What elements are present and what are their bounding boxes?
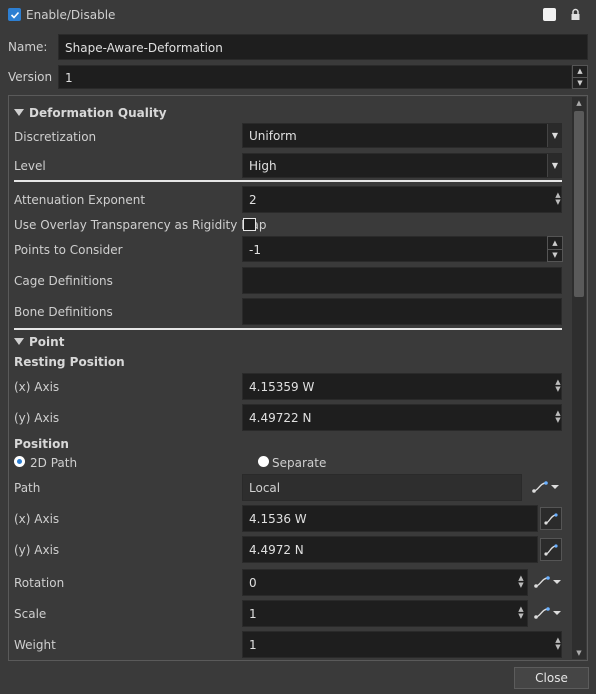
scroll-thumb[interactable]: [574, 111, 584, 297]
attenuation-label: Attenuation Exponent: [14, 193, 146, 207]
radio-2d-path-label: 2D Path: [30, 456, 78, 470]
pos-x-label: (x) Axis: [14, 512, 60, 526]
collapse-triangle-icon: [14, 109, 24, 116]
color-swatch[interactable]: [543, 8, 556, 21]
position-title: Position: [14, 437, 69, 451]
point-section-title: Point: [29, 335, 65, 349]
pos-x-field[interactable]: 4.1536 W: [242, 505, 538, 532]
discretization-value: Uniform: [249, 129, 297, 143]
deformation-section-header[interactable]: Deformation Quality: [14, 106, 167, 120]
version-label: Version: [8, 70, 53, 84]
chevron-down-icon[interactable]: ▼: [547, 154, 562, 177]
rest-x-spinner[interactable]: ▲ ▼: [551, 377, 565, 395]
pos-y-label: (y) Axis: [14, 543, 60, 557]
rest-x-field[interactable]: 4.15359 W: [242, 373, 562, 400]
weight-spinner[interactable]: ▲ ▼: [551, 635, 565, 653]
function-curve-button[interactable]: [540, 507, 562, 530]
scroll-up-icon[interactable]: ▲: [572, 97, 586, 109]
function-curve-menu-button[interactable]: [530, 600, 564, 625]
scroll-down-icon[interactable]: ▼: [572, 647, 586, 659]
level-label: Level: [14, 159, 46, 173]
discretization-label: Discretization: [14, 130, 97, 144]
deformation-section-title: Deformation Quality: [29, 106, 167, 120]
function-curve-button[interactable]: [540, 538, 562, 561]
scale-spinner[interactable]: ▲ ▼: [514, 604, 528, 622]
weight-label: Weight: [14, 638, 56, 652]
close-button-label: Close: [535, 671, 568, 685]
function-curve-icon: [534, 575, 561, 588]
discretization-dropdown[interactable]: Uniform: [242, 123, 562, 148]
points-stepper[interactable]: ▲ ▼: [547, 236, 563, 262]
radio-2d-path[interactable]: [14, 456, 25, 467]
cage-field[interactable]: [242, 267, 562, 294]
points-field[interactable]: -1: [242, 236, 548, 262]
overlay-label: Use Overlay Transparency as Rigidity Map: [14, 218, 267, 232]
scale-field[interactable]: 1: [242, 600, 528, 627]
checkmark-icon: [10, 11, 19, 19]
overlay-checkbox[interactable]: [243, 218, 256, 231]
level-value: High: [249, 159, 277, 173]
attenuation-spinner[interactable]: ▲ ▼: [551, 190, 565, 208]
chevron-down-icon[interactable]: ▼: [547, 124, 562, 147]
function-curve-menu-button[interactable]: [528, 474, 562, 499]
radio-separate-label: Separate: [272, 456, 327, 470]
rotation-label: Rotation: [14, 576, 65, 590]
rest-y-field[interactable]: 4.49722 N: [242, 404, 562, 431]
name-field[interactable]: Shape-Aware-Deformation: [58, 34, 588, 60]
close-button[interactable]: Close: [514, 667, 589, 689]
resting-position-title: Resting Position: [14, 355, 125, 369]
pos-y-field[interactable]: 4.4972 N: [242, 536, 538, 563]
weight-field[interactable]: 1: [242, 631, 562, 658]
function-curve-icon: [534, 606, 561, 619]
cage-label: Cage Definitions: [14, 274, 113, 288]
attenuation-field[interactable]: 2: [242, 186, 562, 213]
points-label: Points to Consider: [14, 243, 123, 257]
path-label: Path: [14, 481, 41, 495]
enable-checkbox[interactable]: [8, 8, 21, 21]
enable-label: Enable/Disable: [26, 8, 116, 22]
bone-field[interactable]: [242, 298, 562, 325]
name-label: Name:: [8, 40, 48, 54]
point-section-header[interactable]: Point: [14, 335, 64, 349]
version-field[interactable]: 1: [58, 65, 572, 89]
function-curve-menu-button[interactable]: [530, 569, 564, 594]
rotation-spinner[interactable]: ▲ ▼: [514, 573, 528, 591]
rest-y-spinner[interactable]: ▲ ▼: [551, 408, 565, 426]
radio-separate[interactable]: [258, 456, 269, 467]
version-stepper[interactable]: ▲ ▼: [572, 65, 588, 89]
path-field[interactable]: Local: [242, 474, 522, 501]
function-curve-icon: [544, 543, 558, 556]
scale-label: Scale: [14, 607, 47, 621]
function-curve-icon: [544, 512, 558, 525]
rest-x-label: (x) Axis: [14, 380, 60, 394]
function-curve-icon: [532, 480, 559, 493]
rotation-field[interactable]: 0: [242, 569, 528, 596]
radio-selected-dot: [17, 459, 22, 464]
lock-icon[interactable]: [570, 8, 581, 21]
rest-y-label: (y) Axis: [14, 411, 60, 425]
scrollbar[interactable]: ▲ ▼: [572, 97, 586, 659]
section-divider: [14, 328, 562, 330]
level-dropdown[interactable]: High: [242, 153, 562, 178]
collapse-triangle-icon: [14, 338, 24, 345]
section-divider: [14, 180, 562, 182]
bone-label: Bone Definitions: [14, 305, 113, 319]
